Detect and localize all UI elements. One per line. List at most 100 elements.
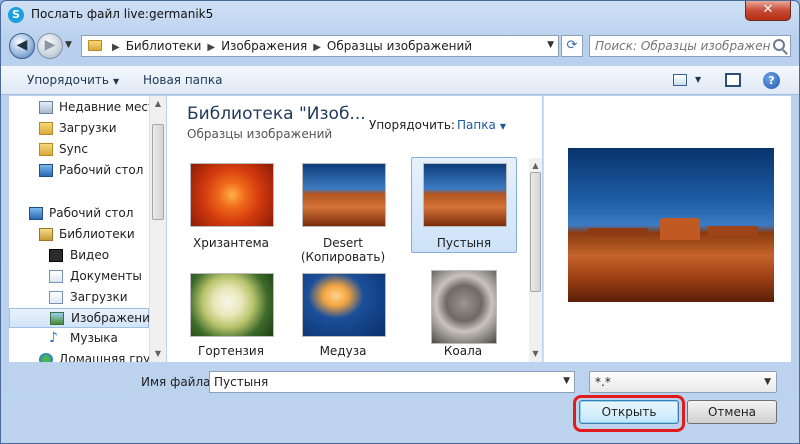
filename-label: Имя файла: [141,375,215,389]
scroll-down-icon[interactable]: ▼ [529,346,542,362]
help-icon[interactable]: ? [763,72,780,89]
view-options-dropdown-icon[interactable]: ▼ [695,75,701,84]
nav-item-documents[interactable]: Документы [9,267,149,287]
chevron-down-icon: ▼ [764,377,771,387]
pictures-icon [50,312,64,325]
history-dropdown-icon[interactable]: ▼ [65,40,72,50]
nav-item-label: Домашняя груп [59,352,159,362]
file-item-jellyfish[interactable]: Медуза [291,268,397,364]
nav-item-label: Рабочий стол [59,163,144,177]
scroll-up-icon[interactable]: ▲ [150,96,166,112]
nav-item-recent-places[interactable]: Недавние места [9,98,162,118]
breadcrumb-separator-icon[interactable]: ▶ [207,42,215,53]
breadcrumb-separator-icon[interactable]: ▶ [313,42,321,53]
forward-button[interactable]: ▶ [37,33,63,59]
toolbar: Упорядочить ▼ Новая папка ▼ ? [1,65,799,95]
new-folder-button[interactable]: Новая папка [143,73,222,87]
file-label: Хризантема [193,236,269,250]
preview-pane [543,96,791,362]
scroll-down-icon[interactable]: ▼ [150,346,166,362]
search-icon[interactable] [773,39,785,51]
nav-item-libraries[interactable]: Библиотеки [9,225,149,245]
downloads-folder-icon [39,122,53,135]
arrange-by-dropdown[interactable]: Папка ▼ [457,118,506,132]
address-dropdown-icon[interactable]: ▼ [547,40,554,50]
organize-menu[interactable]: Упорядочить ▼ [27,73,119,87]
nav-item-label: Sync [59,142,88,156]
forward-arrow-icon: ▶ [44,37,56,53]
nav-item-sync[interactable]: Sync [9,140,149,160]
homegroup-icon [39,353,53,362]
nav-item-label: Загрузки [70,290,128,304]
arrange-by-value: Папка [457,118,496,132]
file-label-text: Desert (Копировать) [300,236,386,264]
back-button[interactable]: ◀ [9,33,35,59]
nav-item-label: Загрузки [59,121,117,135]
video-icon [49,249,63,262]
nav-item-downloads[interactable]: Загрузки [9,119,149,139]
breadcrumb-libraries[interactable]: Библиотеки [126,39,202,53]
search-box[interactable] [589,35,791,57]
filename-dropdown-icon[interactable]: ▼ [563,376,570,386]
nav-pane-scrollbar[interactable]: ▲ ▼ [149,96,166,362]
nav-item-label: Библиотеки [59,227,135,241]
navigation-row: ◀ ▶ ▼ ▶ Библиотеки ▶ Изображения ▶ Образцы из… [1,31,799,63]
file-list-scrollbar[interactable]: ▲ ▼ [529,158,542,362]
organize-label: Упорядочить [27,73,109,87]
libraries-icon [39,228,53,241]
desert-copy-thumbnail [302,163,386,227]
filename-field[interactable]: ▼ [209,371,575,393]
close-button[interactable]: ✕ [745,1,791,21]
nav-item-video[interactable]: Видео [9,246,149,266]
scrollbar-thumb[interactable] [152,124,164,220]
nav-item-label: Видео [70,248,110,262]
file-item-koala[interactable]: Коала [411,268,517,364]
refresh-button[interactable]: ⟳ [561,35,583,57]
mesa-shape [660,218,700,240]
koala-thumbnail [431,270,497,344]
nav-item-desktop-favorite[interactable]: Рабочий стол [9,161,149,181]
navigation-pane: Недавние места Загрузки Sync Рабочий сто… [9,96,166,362]
filetype-select[interactable]: *.* ▼ [589,371,777,393]
file-item-chrysanthemum[interactable]: Хризантема [179,158,285,254]
filename-input[interactable] [214,373,554,391]
downloads-icon [49,291,63,304]
file-label: Медуза [319,344,367,358]
library-subtitle: Образцы изображений [187,127,333,141]
file-item-hydrangea[interactable]: Гортензия [179,268,285,364]
nav-item-downloads-library[interactable]: Загрузки [9,288,149,308]
address-bar[interactable]: ▶ Библиотеки ▶ Изображения ▶ Образцы изображе… [81,35,559,57]
nav-item-label: Недавние места [59,100,163,114]
search-input[interactable] [595,37,770,55]
nav-item-homegroup[interactable]: Домашняя груп [9,350,158,362]
breadcrumb-sample-pictures[interactable]: Образцы изображений [327,39,472,53]
preview-pane-icon[interactable] [725,73,741,87]
breadcrumb-pictures[interactable]: Изображения [221,39,307,53]
change-view-icon[interactable] [673,74,687,86]
nav-item-desktop[interactable]: Рабочий стол [9,204,149,224]
chevron-down-icon: ▼ [499,122,506,131]
chevron-down-icon: ▼ [112,77,120,86]
refresh-icon: ⟳ [566,38,578,53]
desktop-icon [29,207,43,220]
nav-item-label: Музыка [70,331,118,345]
file-item-desert-selected[interactable]: Пустыня [411,157,517,253]
breadcrumb: ▶ Библиотеки ▶ Изображения ▶ Образцы изображе… [106,39,472,53]
file-label: Коала [443,344,483,358]
cancel-button[interactable]: Отмена [687,400,777,424]
scrollbar-thumb[interactable] [530,172,541,292]
recent-places-icon [39,101,53,114]
title-bar[interactable]: S Послать файл live:germanik5 ✕ [1,1,799,29]
breadcrumb-separator-icon[interactable]: ▶ [112,42,120,53]
file-label: Пустыня [436,236,492,250]
file-item-desert-copy[interactable]: Desert (Копировать) [291,158,397,264]
library-title: Библиотека "Изоб... [187,104,366,124]
file-label: Гортензия [198,344,264,358]
mesa-shape [588,228,648,236]
nav-item-label: Рабочий стол [49,206,134,220]
hydrangea-thumbnail [190,273,274,337]
nav-item-pictures[interactable]: Изображения [9,308,157,328]
file-dialog-window: S Послать файл live:germanik5 ✕ ◀ ▶ ▼ ▶ Б… [0,0,800,444]
nav-item-music[interactable]: ♪ Музыка [9,329,149,349]
arrange-by-label: Упорядочить: [369,118,455,132]
